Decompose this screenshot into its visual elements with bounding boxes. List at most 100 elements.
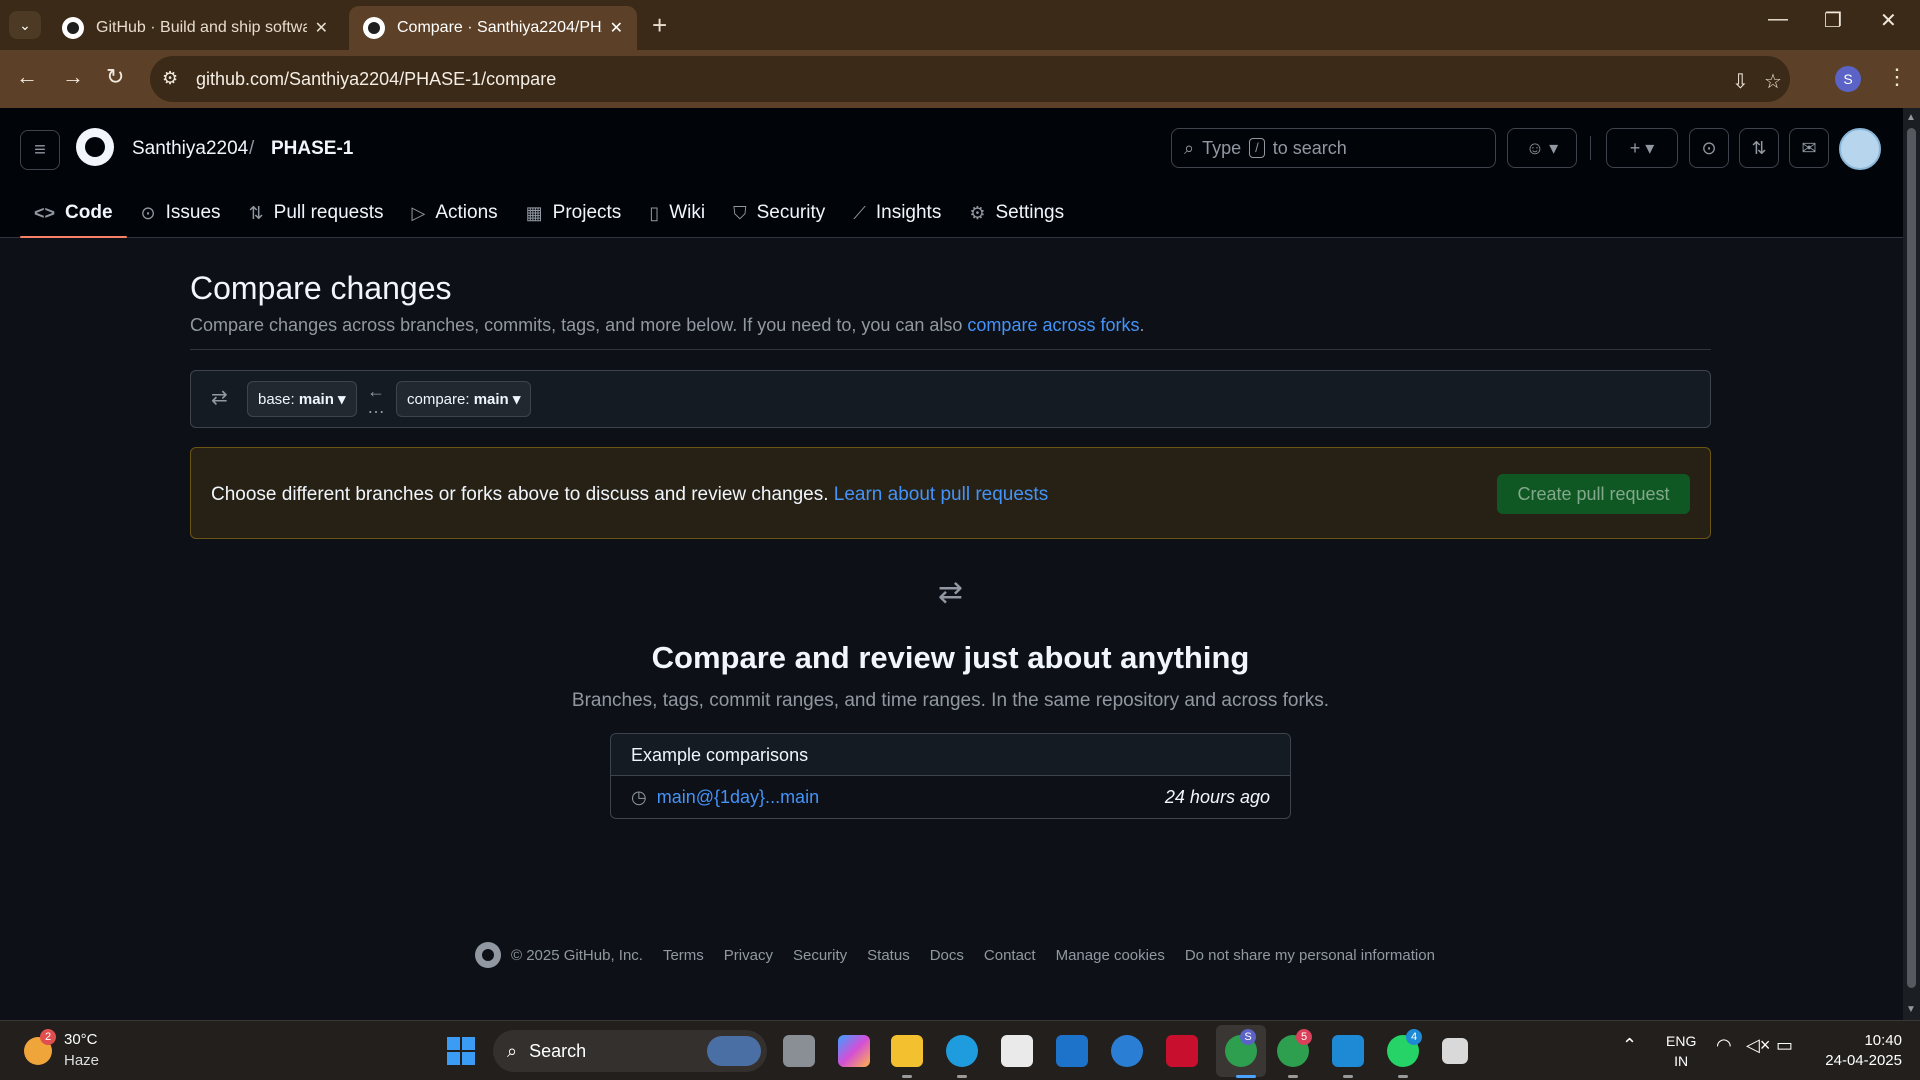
myhp-icon[interactable]	[1056, 1035, 1088, 1067]
tab-insights[interactable]: ⟋ Insights	[839, 188, 955, 238]
weather-temperature[interactable]: 30°C	[64, 1031, 98, 1048]
taskbar-search[interactable]: ⌕ Search	[493, 1030, 767, 1072]
vscode-icon[interactable]	[1332, 1035, 1364, 1067]
profile-avatar[interactable]: S	[1835, 66, 1861, 92]
history-icon: ◷	[631, 786, 647, 807]
restore-icon[interactable]: ❐	[1824, 8, 1842, 33]
create-new-button[interactable]: + ▾	[1606, 128, 1678, 168]
wifi-icon[interactable]: ◠	[1716, 1035, 1732, 1056]
issues-button[interactable]: ⊙	[1689, 128, 1729, 168]
windows-start-icon[interactable]	[447, 1037, 475, 1065]
footer-link-manage-cookies[interactable]: Manage cookies	[1056, 947, 1165, 964]
tab-actions[interactable]: ▷ Actions	[397, 188, 511, 238]
example-time: 24 hours ago	[1164, 786, 1270, 807]
copilot-button[interactable]: ☺ ▾	[1507, 128, 1577, 168]
base-label: base:	[258, 390, 295, 408]
repo-name-link[interactable]: PHASE-1	[271, 138, 353, 160]
github-favicon-icon	[62, 17, 84, 39]
close-window-icon[interactable]: ✕	[1880, 8, 1897, 33]
base-branch-select[interactable]: base: main ▾	[247, 381, 357, 417]
close-tab-icon[interactable]: ✕	[315, 18, 328, 38]
footer-link-status[interactable]: Status	[867, 947, 910, 964]
list-item: ◷ main@{1day}...main 24 hours ago	[611, 776, 1290, 818]
menu-icon[interactable]: ≡	[20, 130, 60, 170]
footer-link-do-not-share[interactable]: Do not share my personal information	[1185, 947, 1435, 964]
minimize-icon[interactable]: —	[1768, 8, 1788, 31]
help-icon[interactable]	[1111, 1035, 1143, 1067]
task-view-icon[interactable]	[783, 1035, 815, 1067]
forward-icon[interactable]: →	[62, 64, 84, 90]
pull-requests-button[interactable]: ⇅	[1739, 128, 1779, 168]
show-hidden-icons-icon[interactable]: ⌃	[1622, 1035, 1637, 1056]
language-indicator[interactable]: ENG IN	[1666, 1031, 1696, 1071]
volume-muted-icon[interactable]: ◁×	[1746, 1035, 1770, 1056]
bookmark-star-icon[interactable]: ☆	[1764, 69, 1782, 94]
github-footer-logo-icon[interactable]	[475, 942, 501, 968]
footer-link-privacy[interactable]: Privacy	[724, 947, 773, 964]
example-comparisons: Example comparisons ◷ main@{1day}...main…	[610, 733, 1291, 819]
footer-link-security[interactable]: Security	[793, 947, 847, 964]
tab-pull-requests[interactable]: ⇅ Pull requests	[235, 188, 398, 238]
language-code: ENG	[1666, 1033, 1697, 1049]
address-bar[interactable]: ⚙ github.com/Santhiya2204/PHASE-1/compar…	[150, 56, 1790, 102]
file-explorer-icon[interactable]	[891, 1035, 923, 1067]
search-input[interactable]: ⌕ Type / to search	[1171, 128, 1496, 168]
browser-menu-icon[interactable]: ⋮	[1886, 64, 1908, 90]
tab-search-button[interactable]: ⌄	[9, 11, 41, 39]
edge-browser-icon[interactable]	[946, 1035, 978, 1067]
tab-compare[interactable]: Compare · Santhiya2204/PHASE-1 ✕	[349, 6, 637, 50]
scroll-up-icon[interactable]: ▲	[1906, 112, 1916, 123]
microsoft-store-icon[interactable]	[1001, 1035, 1033, 1067]
weather-description[interactable]: Haze	[64, 1052, 99, 1069]
tab-issues[interactable]: ⊙ Issues	[127, 188, 235, 238]
back-icon[interactable]: ←	[16, 64, 38, 90]
close-tab-icon[interactable]: ✕	[610, 18, 623, 38]
footer-link-contact[interactable]: Contact	[984, 947, 1036, 964]
git-compare-icon: ⇄	[937, 576, 964, 609]
scrollbar-thumb[interactable]	[1907, 128, 1916, 988]
search-prefix: Type	[1202, 137, 1242, 158]
active-indicator	[1236, 1075, 1256, 1078]
system-clock[interactable]: 10:40 24-04-2025	[1818, 1031, 1902, 1071]
install-app-icon[interactable]: ⇩	[1732, 69, 1749, 94]
tab-code[interactable]: <> Code	[20, 188, 127, 238]
reload-icon[interactable]: ↻	[106, 64, 124, 90]
new-tab-icon[interactable]: +	[652, 10, 667, 41]
snipping-tool-icon[interactable]	[1442, 1038, 1468, 1064]
compare-value: main	[473, 390, 509, 408]
battery-icon[interactable]: ▭	[1776, 1035, 1793, 1056]
example-comparison-link[interactable]: main@{1day}...main	[657, 787, 819, 808]
tab-label: Issues	[165, 202, 221, 223]
github-logo-icon[interactable]	[76, 128, 114, 166]
play-icon: ▷	[411, 202, 426, 223]
footer-link-terms[interactable]: Terms	[663, 947, 704, 964]
arrow-left-icon: ←…	[367, 381, 385, 417]
inbox-button[interactable]: ✉	[1789, 128, 1829, 168]
page-description: Compare changes across branches, commits…	[190, 315, 1711, 336]
whatsapp-badge: 4	[1406, 1029, 1422, 1045]
compare-arrows-icon: ⇄	[211, 387, 228, 409]
user-avatar[interactable]	[1839, 128, 1881, 170]
repo-owner-link[interactable]: Santhiya2204	[132, 138, 248, 160]
create-pull-request-button[interactable]: Create pull request	[1497, 474, 1690, 514]
plus-icon: + ▾	[1629, 137, 1655, 158]
mcafee-icon[interactable]	[1166, 1035, 1198, 1067]
copilot-app-icon[interactable]	[838, 1035, 870, 1067]
tab-github-home[interactable]: GitHub · Build and ship software ✕	[48, 6, 342, 50]
footer-link-docs[interactable]: Docs	[930, 947, 964, 964]
gear-icon: ⚙	[969, 202, 986, 223]
learn-pull-requests-link[interactable]: Learn about pull requests	[834, 484, 1048, 505]
tab-label: Projects	[552, 202, 622, 223]
tab-projects[interactable]: ▦ Projects	[512, 188, 636, 238]
compare-branch-select[interactable]: compare: main ▾	[396, 381, 532, 417]
compare-across-forks-link[interactable]: compare across forks	[967, 315, 1139, 335]
tab-wiki[interactable]: ▯ Wiki	[635, 188, 719, 238]
tab-settings[interactable]: ⚙ Settings	[955, 188, 1078, 238]
page-scrollbar[interactable]: ▲ ▼	[1903, 108, 1920, 1020]
github-header: ≡ Santhiya2204 / PHASE-1 ⌕ Type / to sea…	[0, 108, 1903, 238]
scroll-down-icon[interactable]: ▼	[1906, 1004, 1916, 1015]
tab-security[interactable]: ⛉ Security	[719, 188, 839, 238]
site-settings-icon[interactable]: ⚙	[162, 68, 178, 89]
clock-date: 24-04-2025	[1825, 1052, 1902, 1069]
header-divider	[1590, 136, 1591, 160]
